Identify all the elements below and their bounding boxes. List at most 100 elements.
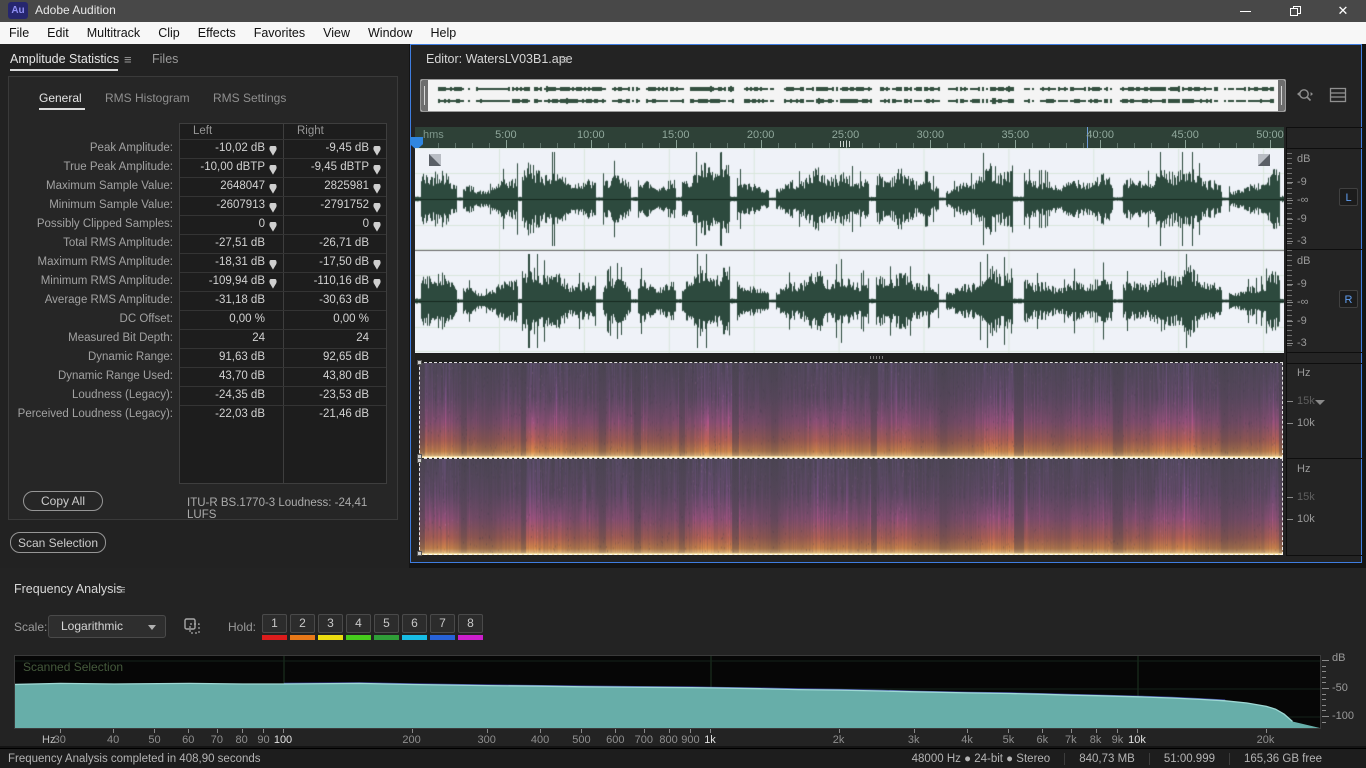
waveform-spectrogram-divider[interactable] (415, 353, 1284, 363)
navigate-pin-icon[interactable] (373, 200, 381, 213)
hold-button-4[interactable]: 4 (346, 614, 371, 633)
subtab-general[interactable]: General (39, 91, 82, 105)
stat-value-left: -10,00 dBTP (200, 161, 265, 173)
overview-navigator[interactable] (420, 79, 1286, 112)
ruler-major-tick (505, 140, 507, 148)
menu-view[interactable]: View (314, 22, 359, 44)
tab-files[interactable]: Files (152, 52, 178, 66)
fade-in-handle[interactable] (429, 154, 441, 166)
close-icon: ✕ (1337, 3, 1349, 18)
navigate-pin-icon[interactable] (269, 219, 277, 232)
navigator-left-handle[interactable] (421, 80, 428, 111)
row-line (180, 291, 386, 292)
row-line (180, 367, 386, 368)
stat-label: True Peak Amplitude: (63, 161, 173, 173)
row-line (180, 329, 386, 330)
menu-window[interactable]: Window (359, 22, 421, 44)
navigate-pin-icon[interactable] (373, 276, 381, 289)
hold-color-bar (374, 635, 399, 640)
hold-button-3[interactable]: 3 (318, 614, 343, 633)
navigate-pin-icon[interactable] (269, 200, 277, 213)
navigate-pin-icon[interactable] (269, 181, 277, 194)
subtab-rms-histogram[interactable]: RMS Histogram (105, 91, 190, 105)
menu-help[interactable]: Help (421, 22, 465, 44)
hold-button-6[interactable]: 6 (402, 614, 427, 633)
hold-button-1[interactable]: 1 (262, 614, 287, 633)
stat-label: Minimum RMS Amplitude: (40, 275, 173, 287)
freq-axis-label: 5k (1002, 734, 1015, 746)
selection-handle[interactable] (417, 458, 422, 463)
frequency-ruler-label: 15k (1297, 395, 1315, 407)
editor-panel: Editor: WatersLV03B1.ape ≡ hms 5:0010:0 (410, 44, 1362, 563)
freq-axis-label: 800 (659, 734, 678, 746)
tab-amplitude-statistics[interactable]: Amplitude Statistics (10, 52, 119, 66)
spectrogram-left-channel[interactable] (419, 363, 1283, 458)
time-ruler[interactable]: hms 5:00 10:00 15:00 20:00 25:00 30:00 35:00 40… (415, 127, 1284, 148)
waveform-display[interactable] (415, 148, 1284, 353)
stat-value-right: 0 (362, 218, 369, 230)
copy-graph-icon[interactable] (183, 617, 201, 635)
menu-favorites[interactable]: Favorites (245, 22, 314, 44)
fade-out-handle[interactable] (1258, 154, 1270, 166)
menu-multitrack[interactable]: Multitrack (78, 22, 149, 44)
menu-clip[interactable]: Clip (149, 22, 189, 44)
hold-wrap: 4 (346, 614, 371, 640)
stat-value-right: 24 (356, 332, 369, 344)
frequency-major-tick (1287, 401, 1293, 402)
navigate-pin-icon[interactable] (269, 276, 277, 289)
panel-menu-icon[interactable]: ≡ (124, 52, 132, 67)
collapse-arrow-icon[interactable] (1315, 400, 1325, 405)
navigate-pin-icon[interactable] (269, 162, 277, 175)
amplitude-ruler-label: -3 (1297, 337, 1307, 349)
stat-label: Average RMS Amplitude: (44, 294, 173, 306)
editor-panel-menu-icon[interactable]: ≡ (561, 52, 569, 67)
freq-axis-tick (1117, 729, 1119, 733)
close-button[interactable]: ✕ (1326, 0, 1360, 22)
freq-axis-tick (411, 729, 413, 733)
freq-axis-tick (690, 729, 692, 733)
selection-handle[interactable] (417, 360, 422, 365)
list-view-icon[interactable] (1329, 86, 1347, 104)
navigate-pin-icon[interactable] (373, 162, 381, 175)
navigate-pin-icon[interactable] (269, 143, 277, 156)
hold-button-2[interactable]: 2 (290, 614, 315, 633)
restore-button[interactable] (1278, 0, 1312, 22)
navigate-pin-icon[interactable] (373, 143, 381, 156)
navigate-pin-icon[interactable] (269, 257, 277, 270)
selection-handle[interactable] (417, 551, 422, 556)
hold-wrap: 2 (290, 614, 315, 640)
freq-axis-tick (263, 729, 265, 733)
divider-grip[interactable] (870, 356, 884, 359)
scan-selection-button[interactable]: Scan Selection (10, 532, 106, 553)
navigate-pin-icon[interactable] (373, 257, 381, 270)
scale-value: Logarithmic (61, 619, 124, 633)
copy-all-button[interactable]: Copy All (23, 491, 103, 511)
row-line (180, 177, 386, 178)
menu-file[interactable]: File (0, 22, 38, 44)
frequency-ruler-label: 10k (1297, 513, 1315, 525)
hold-button-7[interactable]: 7 (430, 614, 455, 633)
marker-tick (840, 141, 841, 147)
menu-edit[interactable]: Edit (38, 22, 78, 44)
scale-dropdown[interactable]: Logarithmic (48, 615, 166, 638)
freq-axis-tick (113, 729, 115, 733)
subtab-rms-settings[interactable]: RMS Settings (213, 91, 286, 105)
status-message: Frequency Analysis completed in 408,90 s… (8, 752, 261, 765)
frequency-plot[interactable]: Scanned Selection (14, 655, 1321, 729)
editor-tab[interactable]: Editor: WatersLV03B1.ape (426, 52, 573, 66)
hold-button-8[interactable]: 8 (458, 614, 483, 633)
stat-label: Maximum Sample Value: (46, 180, 173, 192)
hold-button-5[interactable]: 5 (374, 614, 399, 633)
navigator-right-handle[interactable] (1278, 80, 1285, 111)
frequency-panel-menu-icon[interactable]: ≡ (118, 582, 126, 597)
navigate-pin-icon[interactable] (373, 219, 381, 232)
tab-frequency-analysis[interactable]: Frequency Analysis (14, 582, 122, 596)
spectrogram-right-channel[interactable] (419, 459, 1283, 555)
navigate-pin-icon[interactable] (373, 181, 381, 194)
menu-effects[interactable]: Effects (189, 22, 245, 44)
zoom-navigate-icon[interactable] (1295, 85, 1315, 105)
minimize-button[interactable] (1228, 0, 1262, 22)
freq-axis-label: 50 (148, 734, 161, 746)
row-line (180, 272, 386, 273)
amplitude-ruler-label: -9 (1297, 213, 1307, 225)
